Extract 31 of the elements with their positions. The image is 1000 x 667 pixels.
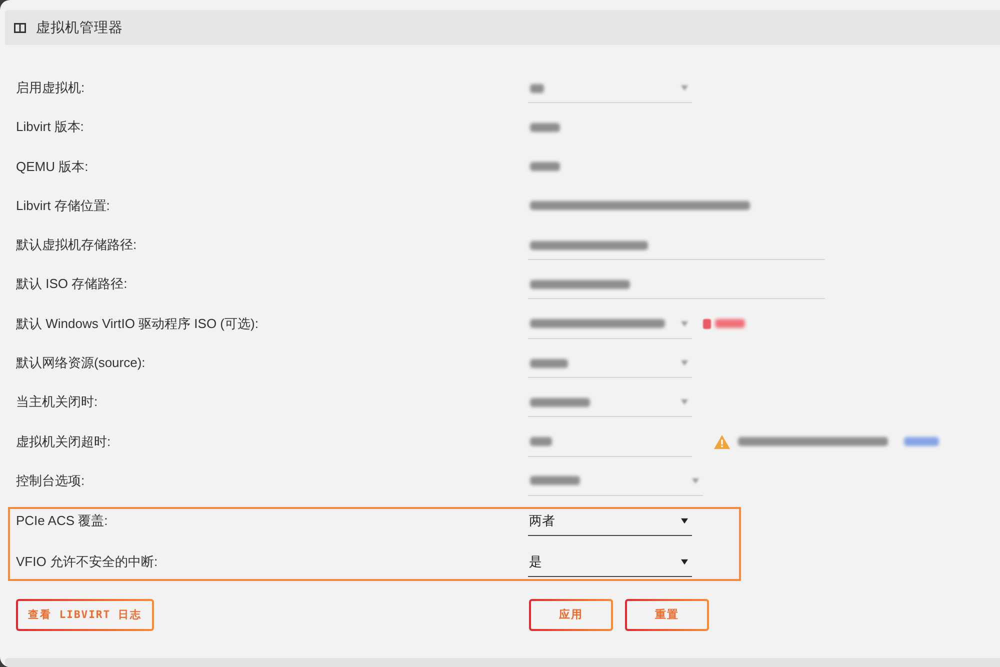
- columns-icon: [14, 22, 26, 32]
- setting-label: 控制台选项:: [16, 472, 85, 490]
- setting-label: 启用虚拟机:: [16, 79, 85, 97]
- action-button[interactable]: 重置: [625, 598, 709, 631]
- blurred-link[interactable]: [904, 437, 939, 446]
- setting-label: 默认网络资源(source):: [16, 354, 146, 372]
- panel-title: 虚拟机管理器: [36, 18, 123, 36]
- caret-icon: [692, 478, 699, 484]
- setting-label: VFIO 允许不安全的中断:: [16, 552, 158, 571]
- setting-label: 当主机关闭时:: [16, 393, 98, 412]
- setting-label: PCIe ACS 覆盖:: [16, 512, 108, 530]
- setting-label: Libvirt 版本:: [16, 118, 84, 136]
- caret-icon: [681, 320, 688, 327]
- caret-icon: [681, 558, 688, 565]
- action-button[interactable]: 应用: [529, 598, 613, 631]
- setting-label: 默认虚拟机存储路径:: [16, 236, 137, 254]
- setting-label: 默认 ISO 存储路径:: [16, 275, 128, 294]
- caret-icon: [681, 399, 688, 406]
- caret-icon: [681, 518, 688, 524]
- setting-label: 虚拟机关闭超时:: [16, 432, 111, 451]
- caret-icon: [681, 85, 688, 91]
- warning-icon: [714, 434, 730, 449]
- blurred-text: [715, 319, 745, 328]
- error-icon: [703, 318, 711, 329]
- setting-label: 默认 Windows VirtIO 驱动程序 ISO (可选):: [16, 314, 258, 333]
- caret-icon: [681, 360, 688, 366]
- select-field[interactable]: 两者: [528, 510, 692, 536]
- view-log-button[interactable]: 查看 LIBVIRT 日志: [16, 598, 154, 631]
- setting-label: QEMU 版本:: [16, 158, 88, 176]
- setting-label: Libvirt 存储位置:: [16, 196, 110, 215]
- select-field[interactable]: 是: [528, 552, 692, 577]
